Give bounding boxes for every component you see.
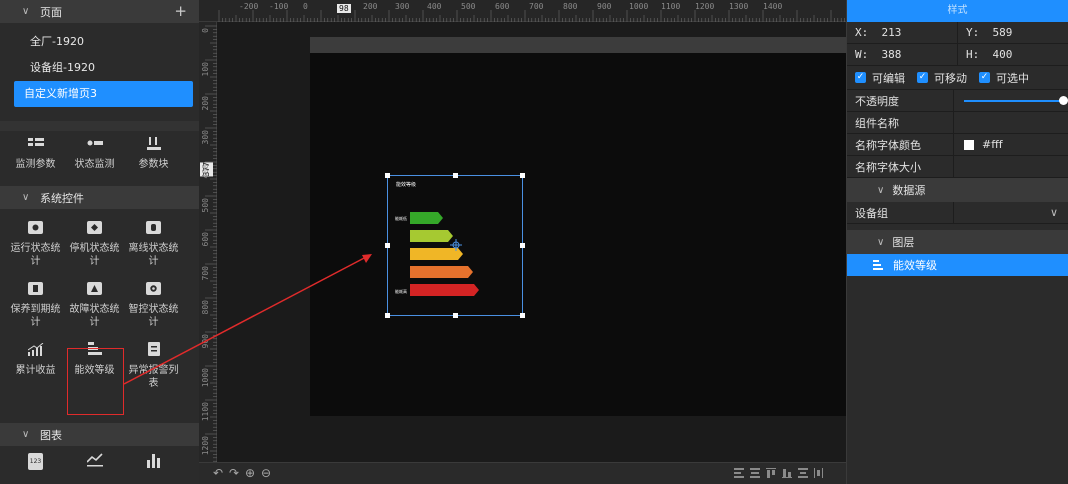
x-value: 213 xyxy=(881,26,902,39)
x-field[interactable]: X: 213 xyxy=(847,22,957,43)
h-field[interactable]: H: 400 xyxy=(957,44,1068,65)
device-group-row: 设备组 ∨ xyxy=(847,202,1068,224)
color-swatch[interactable] xyxy=(964,139,974,150)
color-value: #fff xyxy=(982,138,1003,151)
chevron-down-icon: ∨ xyxy=(877,236,885,248)
option-checkboxes: ✓ 可编辑 ✓ 可移动 ✓ 可选中 xyxy=(847,66,1068,90)
name-size-input[interactable] xyxy=(954,156,1068,177)
name-size-row: 名称字体大小 xyxy=(847,156,1068,178)
w-value: 388 xyxy=(881,48,902,61)
movable-checkbox[interactable]: ✓ xyxy=(917,72,928,83)
name-color-picker[interactable]: #fff xyxy=(954,134,1068,155)
editable-label: 可编辑 xyxy=(872,71,905,85)
slider-track[interactable] xyxy=(964,95,1068,105)
device-group-label: 设备组 xyxy=(847,202,954,223)
slider-knob[interactable] xyxy=(1059,95,1068,105)
energy-level-icon xyxy=(873,260,883,270)
style-tab[interactable]: 样式 xyxy=(847,0,1068,22)
chevron-down-icon: ∨ xyxy=(1049,206,1058,219)
w-label: W: xyxy=(855,48,869,61)
property-panel: 样式 X: 213 Y: 589 W: 388 H: 400 ✓ 可编辑 ✓ 可… xyxy=(846,0,1068,484)
component-name-label: 组件名称 xyxy=(847,112,954,133)
layers-section-header[interactable]: ∨ 图层 xyxy=(847,230,1068,254)
layers-label: 图层 xyxy=(892,236,915,249)
layer-item-energy-level[interactable]: 能效等级 xyxy=(847,254,1068,276)
datasource-label: 数据源 xyxy=(892,184,926,197)
name-color-label: 名称字体颜色 xyxy=(847,134,954,155)
position-row: X: 213 Y: 589 xyxy=(847,22,1068,44)
editable-checkbox[interactable]: ✓ xyxy=(855,72,866,83)
opacity-slider[interactable] xyxy=(954,90,1068,111)
datasource-section-header[interactable]: ∨ 数据源 xyxy=(847,178,1068,202)
device-group-select[interactable]: ∨ xyxy=(954,202,1068,223)
size-row: W: 388 H: 400 xyxy=(847,44,1068,66)
selectable-checkbox[interactable]: ✓ xyxy=(979,72,990,83)
w-field[interactable]: W: 388 xyxy=(847,44,957,65)
movable-label: 可移动 xyxy=(934,71,967,85)
name-size-label: 名称字体大小 xyxy=(847,156,954,177)
chevron-down-icon: ∨ xyxy=(877,184,885,196)
y-field[interactable]: Y: 589 xyxy=(957,22,1068,43)
selectable-label: 可选中 xyxy=(996,71,1029,85)
name-color-row: 名称字体颜色 #fff xyxy=(847,134,1068,156)
h-label: H: xyxy=(966,48,980,61)
y-label: Y: xyxy=(966,26,980,39)
x-label: X: xyxy=(855,26,869,39)
h-value: 400 xyxy=(992,48,1013,61)
component-name-input[interactable] xyxy=(954,112,1068,133)
opacity-row: 不透明度 xyxy=(847,90,1068,112)
component-name-row: 组件名称 xyxy=(847,112,1068,134)
layer-item-label: 能效等级 xyxy=(893,259,937,272)
opacity-label: 不透明度 xyxy=(847,90,954,111)
y-value: 589 xyxy=(992,26,1013,39)
